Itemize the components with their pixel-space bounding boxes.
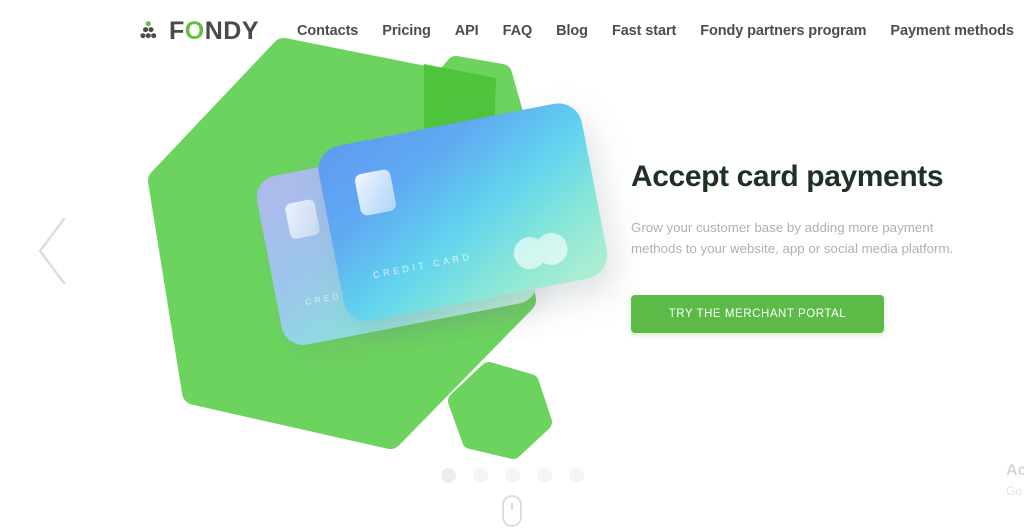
main-navigation: Contacts Pricing API FAQ Blog Fast start… <box>297 23 1014 39</box>
site-header: FONDY Contacts Pricing API FAQ Blog Fast… <box>0 0 1024 62</box>
nav-item-contacts[interactable]: Contacts <box>297 23 358 39</box>
nav-item-faq[interactable]: FAQ <box>503 23 533 39</box>
carousel-dot-3[interactable] <box>504 468 520 483</box>
logo-wordmark: FONDY <box>169 16 260 45</box>
carousel-dots <box>0 468 1024 483</box>
nav-item-fast-start[interactable]: Fast start <box>612 23 676 39</box>
hero-title: Accept card payments <box>631 160 944 193</box>
nav-item-blog[interactable]: Blog <box>556 23 588 39</box>
scroll-hint[interactable] <box>0 494 1024 530</box>
logo-text-f: F <box>169 16 185 45</box>
nav-item-partners-program[interactable]: Fondy partners program <box>700 23 866 39</box>
carousel-dot-4[interactable] <box>536 468 552 483</box>
green-hexagon-small-bottom <box>448 362 552 459</box>
nav-item-payment-methods[interactable]: Payment methods <box>890 23 1014 39</box>
carousel-dot-2[interactable] <box>472 468 488 483</box>
nav-item-pricing[interactable]: Pricing <box>382 23 431 39</box>
hero-copy: Accept card payments Grow your customer … <box>631 160 1001 333</box>
carousel-dot-1[interactable] <box>440 468 456 483</box>
try-merchant-portal-button[interactable]: TRY THE MERCHANT PORTAL <box>631 294 884 333</box>
hexagon-pyramid-icon <box>140 21 157 39</box>
logo-text-o: O <box>184 16 205 45</box>
mouse-scroll-icon <box>502 495 522 527</box>
logo-text-ndy: NDY <box>204 16 260 45</box>
logo[interactable]: FONDY <box>134 16 260 45</box>
hero-subtitle: Grow your customer base by adding more p… <box>631 219 954 256</box>
chevron-left-icon <box>38 217 66 285</box>
nav-item-api[interactable]: API <box>455 23 479 39</box>
carousel-prev-button[interactable] <box>32 215 76 287</box>
carousel-dot-5[interactable] <box>568 468 584 483</box>
page-root: CREDIT CARD CREDIT CARD <box>0 0 1024 531</box>
hero-illustration: CREDIT CARD CREDIT CARD <box>0 0 640 531</box>
